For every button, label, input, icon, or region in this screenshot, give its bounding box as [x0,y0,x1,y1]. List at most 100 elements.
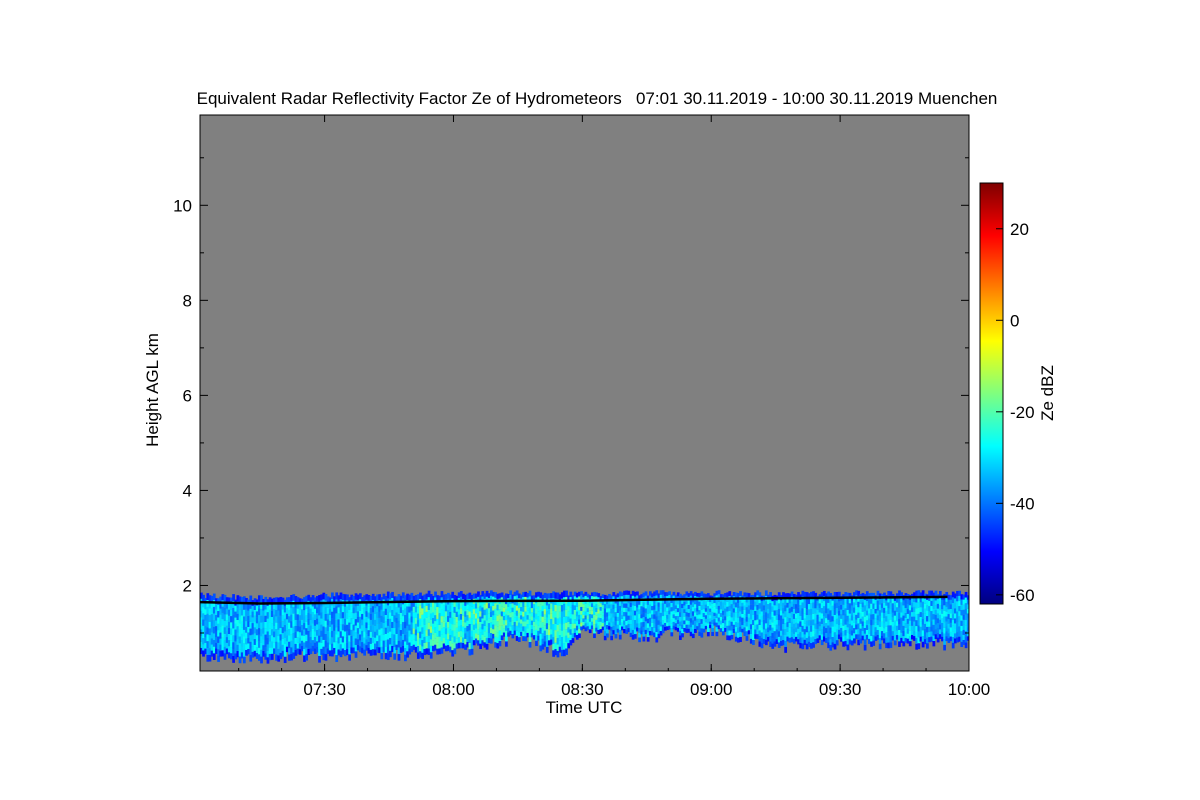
echo-cell [893,640,897,646]
echo-cell [784,646,788,653]
echo-cell [932,640,936,647]
echo-cell [618,629,622,635]
echo-cell [943,644,946,651]
echo-cell [270,653,274,660]
echo-cell [636,591,639,596]
echo-cell [605,633,609,638]
echo-cell [335,655,339,662]
y-tick-label: 2 [183,576,192,595]
x-axis-label: Time UTC [546,698,623,717]
y-tick-label: 6 [183,386,192,405]
echo-cell [964,642,968,649]
echo-cell [545,646,549,653]
echo-cell [951,642,955,649]
echo-cell [706,632,710,637]
echo-cell [453,648,457,655]
x-tick-label: 09:00 [690,680,733,699]
echo-cell [745,636,749,641]
echo-cell [706,627,710,633]
echo-cell [739,631,742,637]
y-tick-label: 8 [183,291,192,310]
colorbar-tick-label: -60 [1010,586,1035,605]
echo-cell [711,627,714,632]
echo-cell [863,639,867,645]
echo-cell [938,590,942,596]
x-tick-label: 09:30 [819,680,862,699]
echo-cell [305,654,308,661]
echo-cell [354,651,358,658]
x-tick-label: 08:30 [561,680,604,699]
echo-cell [528,641,532,648]
echo-cell [889,642,893,648]
echo-cell [588,629,592,634]
x-tick-label: 10:00 [948,680,991,699]
y-tick-label: 10 [173,196,192,215]
echo-cell [711,631,714,636]
echo-cell [863,644,867,651]
echo-cell [348,654,351,661]
echo-cell [715,631,719,637]
echo-cell [728,591,732,597]
echo-cell [535,640,538,647]
echo-cell [618,634,622,640]
echo-cell [605,629,609,634]
colorbar-tick-label: 0 [1010,311,1019,330]
x-tick-label: 08:00 [432,680,475,699]
echo-cell [691,633,695,639]
echo-cell [872,640,876,646]
colorbar-label: Ze dBZ [1038,365,1057,421]
echo-cell [260,656,263,664]
echo-cell [505,636,508,642]
echo-cell [878,643,882,650]
echo-cell [846,644,850,651]
echo-cell [571,638,575,643]
echo-cell [646,637,650,642]
echo-cell [917,643,921,650]
echo-cell [393,653,397,660]
echo-cell [509,590,513,595]
echo-cell [700,632,704,638]
echo-cell [739,636,742,642]
echo-cell [212,653,216,660]
echo-cell [397,654,401,661]
echo-cell [835,640,839,646]
echo-cell [681,633,684,638]
colorbar-tick-label: -20 [1010,403,1035,422]
echo-cell [633,634,637,639]
y-tick-label: 4 [183,481,192,500]
echo-cell [223,653,227,660]
echo-cell [593,633,596,639]
echo-cell [498,640,502,647]
echo-cell [908,641,912,647]
echo-cell [324,654,328,661]
echo-cell [784,640,788,647]
echo-cell [429,652,433,659]
colorbar-tick-label: 20 [1010,220,1029,239]
echo-cell [505,641,508,647]
echo-cell [380,653,384,660]
echo-cell [318,655,321,663]
echo-cell [578,633,581,638]
echo-cell [717,590,721,595]
echo-cell [668,591,672,596]
echo-cell [642,636,646,642]
echo-cell [517,637,521,642]
echo-cell [489,638,493,644]
echo-cell [730,634,734,640]
colorbar-tick-label: -40 [1010,494,1035,513]
y-axis-label: Height AGL km [143,333,162,447]
echo-cell [644,591,648,596]
chart-title: Equivalent Radar Reflectivity Factor Ze … [197,89,998,108]
echo-cell [614,634,618,639]
echo-cell [470,648,474,655]
echo-cell [926,643,929,649]
echo-cell [485,643,489,650]
echo-cell [610,635,614,641]
echo-cell [670,632,674,637]
echo-cell [242,656,246,664]
plot-background [200,115,969,671]
x-tick-label: 07:30 [303,680,346,699]
echo-cell [752,639,755,645]
echo-cell [565,648,568,655]
echo-cell [528,590,532,597]
